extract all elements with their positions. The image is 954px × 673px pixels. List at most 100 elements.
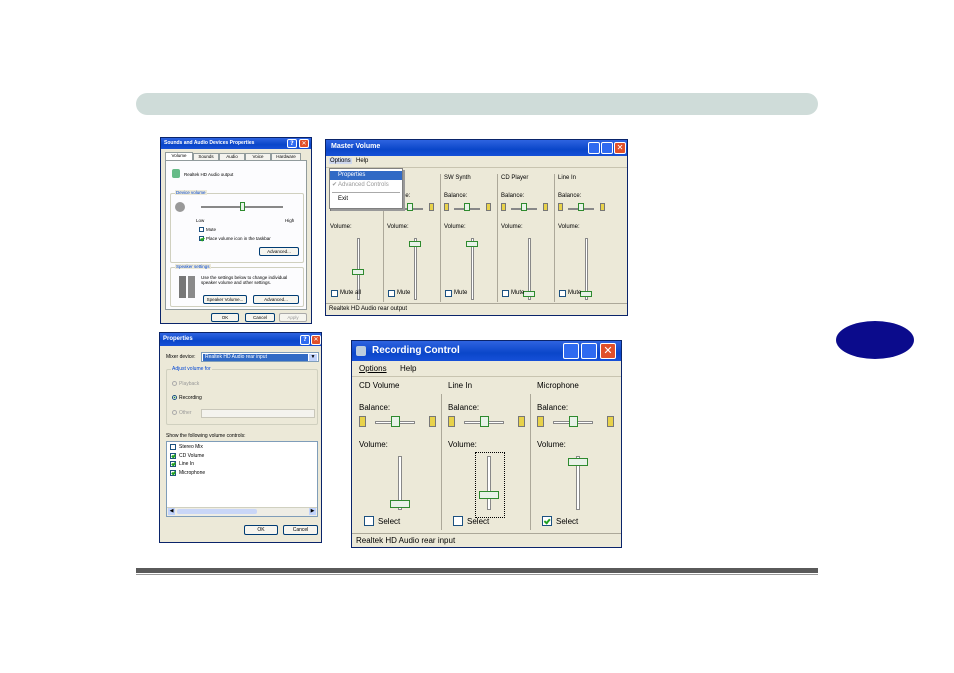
mute-checkbox[interactable] — [331, 290, 338, 297]
mute-checkbox[interactable] — [445, 290, 452, 297]
menu-options[interactable]: Options — [359, 364, 387, 373]
menu-help[interactable]: Help — [400, 364, 416, 373]
close-button[interactable]: ✕ — [311, 335, 321, 345]
speaker-left-icon — [501, 203, 506, 211]
volume-thumb[interactable] — [523, 291, 535, 297]
help-button[interactable]: ? — [300, 335, 310, 345]
properties-dialog: Properties ? ✕ Mixer device: Realtek HD … — [159, 332, 322, 543]
mute-checkbox[interactable] — [502, 290, 509, 297]
volume-track[interactable] — [471, 238, 474, 300]
menu-item-properties[interactable]: Properties — [330, 171, 402, 180]
volume-thumb[interactable] — [466, 241, 478, 247]
balance-thumb[interactable] — [464, 203, 470, 211]
speaker-device-icon — [172, 169, 180, 178]
tab-hardware[interactable]: Hardware — [271, 153, 301, 160]
options-dropdown-menu: Properties Advanced Controls ✔ Exit — [329, 168, 403, 209]
advanced-speaker-button[interactable]: Advanced... — [253, 295, 299, 304]
sounds-audio-dialog: Sounds and Audio Devices Properties ? ✕ … — [160, 137, 312, 324]
radio-other[interactable] — [172, 410, 177, 415]
minimize-button[interactable] — [588, 142, 600, 154]
cancel-button[interactable]: Cancel — [245, 313, 275, 322]
select-label: Select — [467, 517, 490, 526]
horizontal-scrollbar[interactable]: ◀ ▶ — [167, 507, 317, 516]
mixer-device-select[interactable]: Realtek HD Audio rear input ▼ — [201, 352, 319, 362]
volume-thumb[interactable] — [352, 269, 364, 275]
speaker-text: Use the settings below to change individ… — [201, 275, 288, 285]
close-button[interactable]: ✕ — [600, 343, 616, 359]
balance-thumb[interactable] — [578, 203, 584, 211]
status-text: Realtek HD Audio rear output — [329, 306, 408, 312]
select-checkbox[interactable] — [453, 516, 463, 526]
volume-track[interactable] — [487, 456, 491, 510]
tab-sounds[interactable]: Sounds — [193, 153, 219, 160]
volume-thumb[interactable] — [580, 291, 592, 297]
volume-label: Volume: — [448, 440, 477, 449]
balance-thumb[interactable] — [480, 416, 489, 427]
balance-thumb[interactable] — [391, 416, 400, 427]
select-checkbox[interactable] — [364, 516, 374, 526]
chevron-down-icon[interactable]: ▼ — [309, 354, 317, 361]
close-button[interactable]: ✕ — [299, 139, 309, 148]
advanced-button[interactable]: Advanced... — [259, 247, 299, 256]
scroll-left-icon[interactable]: ◀ — [168, 508, 175, 515]
device-volume-thumb[interactable] — [240, 202, 245, 211]
balance-thumb[interactable] — [521, 203, 527, 211]
menu-separator — [332, 192, 400, 193]
control-checkbox[interactable] — [170, 452, 176, 459]
channel-separator — [441, 394, 442, 530]
menu-item-advanced-controls[interactable]: Advanced Controls — [330, 181, 402, 190]
tab-volume[interactable]: Volume — [165, 152, 193, 160]
radio-recording[interactable] — [172, 395, 177, 400]
channel-name: CD Player — [501, 175, 529, 181]
scroll-right-icon[interactable]: ▶ — [309, 508, 316, 515]
help-button[interactable]: ? — [287, 139, 297, 148]
speaker-left-icon — [537, 416, 544, 427]
place-icon-checkbox[interactable] — [199, 236, 204, 241]
volume-thumb[interactable] — [390, 500, 410, 508]
low-label: Low — [196, 218, 205, 223]
volume-thumb[interactable] — [479, 491, 499, 499]
titlebar: Sounds and Audio Devices Properties ? ✕ — [161, 138, 311, 149]
close-button[interactable]: ✕ — [614, 142, 626, 154]
place-icon-label: Place volume icon in the taskbar — [206, 236, 271, 241]
volume-track[interactable] — [414, 238, 417, 300]
control-checkbox[interactable] — [170, 469, 176, 476]
ok-button[interactable]: OK — [211, 313, 239, 322]
volume-thumb[interactable] — [568, 458, 588, 466]
control-label: Microphone — [179, 469, 206, 476]
balance-thumb[interactable] — [569, 416, 578, 427]
speaker-right-icon — [607, 416, 614, 427]
speaker-right-icon — [429, 416, 436, 427]
maximize-button[interactable] — [601, 142, 613, 154]
radio-playback[interactable] — [172, 381, 177, 386]
control-checkbox[interactable] — [170, 461, 176, 467]
status-bar: Realtek HD Audio rear input — [352, 533, 621, 547]
volume-label: Volume: — [444, 224, 466, 230]
speaker-right-icon — [600, 203, 605, 211]
channel-name: Line In — [448, 381, 473, 390]
select-checkbox[interactable] — [542, 516, 552, 526]
ok-button[interactable]: OK — [244, 525, 278, 535]
mute-checkbox[interactable] — [388, 290, 395, 297]
menu-item-exit[interactable]: Exit — [330, 195, 402, 204]
control-checkbox[interactable] — [170, 444, 176, 450]
tab-voice[interactable]: Voice — [245, 153, 271, 160]
scroll-thumb[interactable] — [177, 509, 257, 514]
menu-options[interactable]: Options — [329, 158, 352, 164]
volume-thumb[interactable] — [409, 241, 421, 247]
tab-audio[interactable]: Audio — [219, 153, 245, 160]
app-icon — [356, 346, 366, 356]
mute-checkbox[interactable] — [559, 290, 566, 297]
minimize-button[interactable] — [563, 343, 579, 359]
maximize-button[interactable] — [581, 343, 597, 359]
other-device-select[interactable] — [201, 409, 315, 418]
mute-label: Mute all — [340, 290, 362, 296]
adjust-volume-group: Adjust volume for Playback Recording Oth… — [166, 366, 318, 425]
speaker-volume-button[interactable]: Speaker Volume... — [203, 295, 247, 304]
mute-checkbox[interactable] — [199, 227, 204, 232]
apply-button[interactable]: Apply — [279, 313, 307, 322]
balance-thumb[interactable] — [407, 203, 413, 211]
cancel-button[interactable]: Cancel — [283, 525, 318, 535]
speaker-right-icon — [429, 203, 434, 211]
menu-help[interactable]: Help — [356, 158, 368, 164]
